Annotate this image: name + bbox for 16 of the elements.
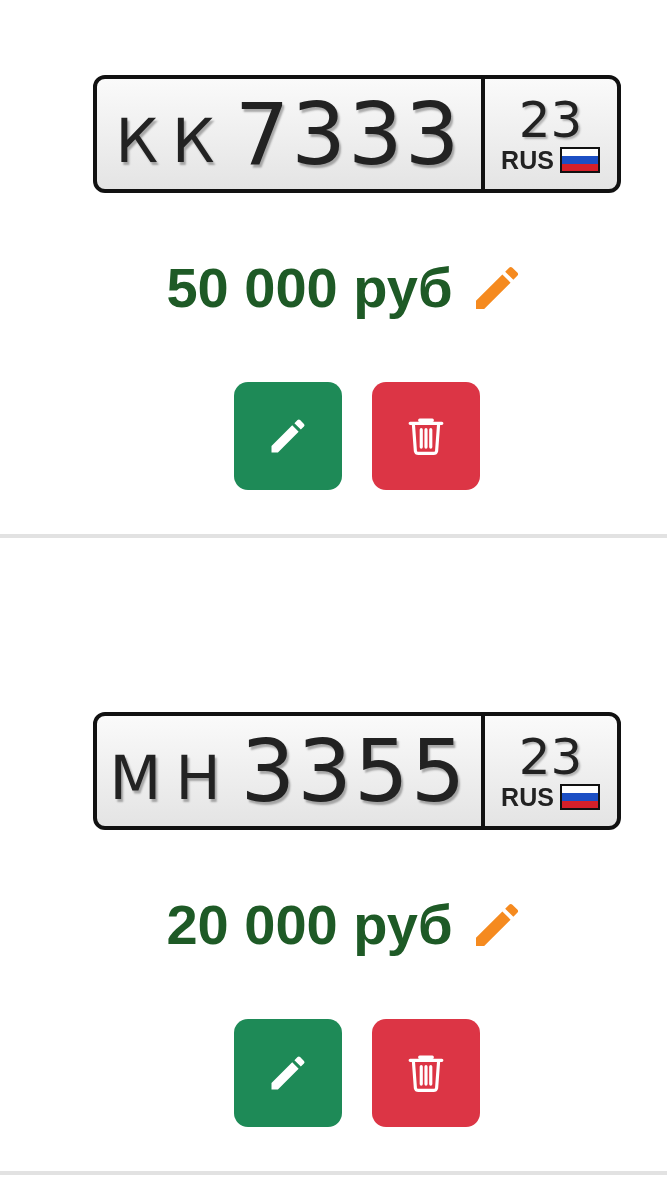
price: 20 000 руб [166,892,453,957]
flag-icon [559,147,600,173]
edit-button[interactable] [233,1019,342,1127]
country-code: RUS [501,782,554,812]
plate-number: 7333 [234,84,462,184]
flag-icon [559,784,600,810]
country-code: RUS [501,145,554,175]
price: 50 000 руб [166,255,453,320]
delete-button[interactable] [371,1019,480,1127]
edit-button[interactable] [233,382,342,490]
delete-button[interactable] [371,382,480,490]
region-code: 23 [518,730,583,783]
plate-letters: КК [115,106,229,176]
plate-number: 3355 [240,721,468,821]
plate-letters: МН [109,743,235,813]
region-code: 23 [518,93,583,146]
